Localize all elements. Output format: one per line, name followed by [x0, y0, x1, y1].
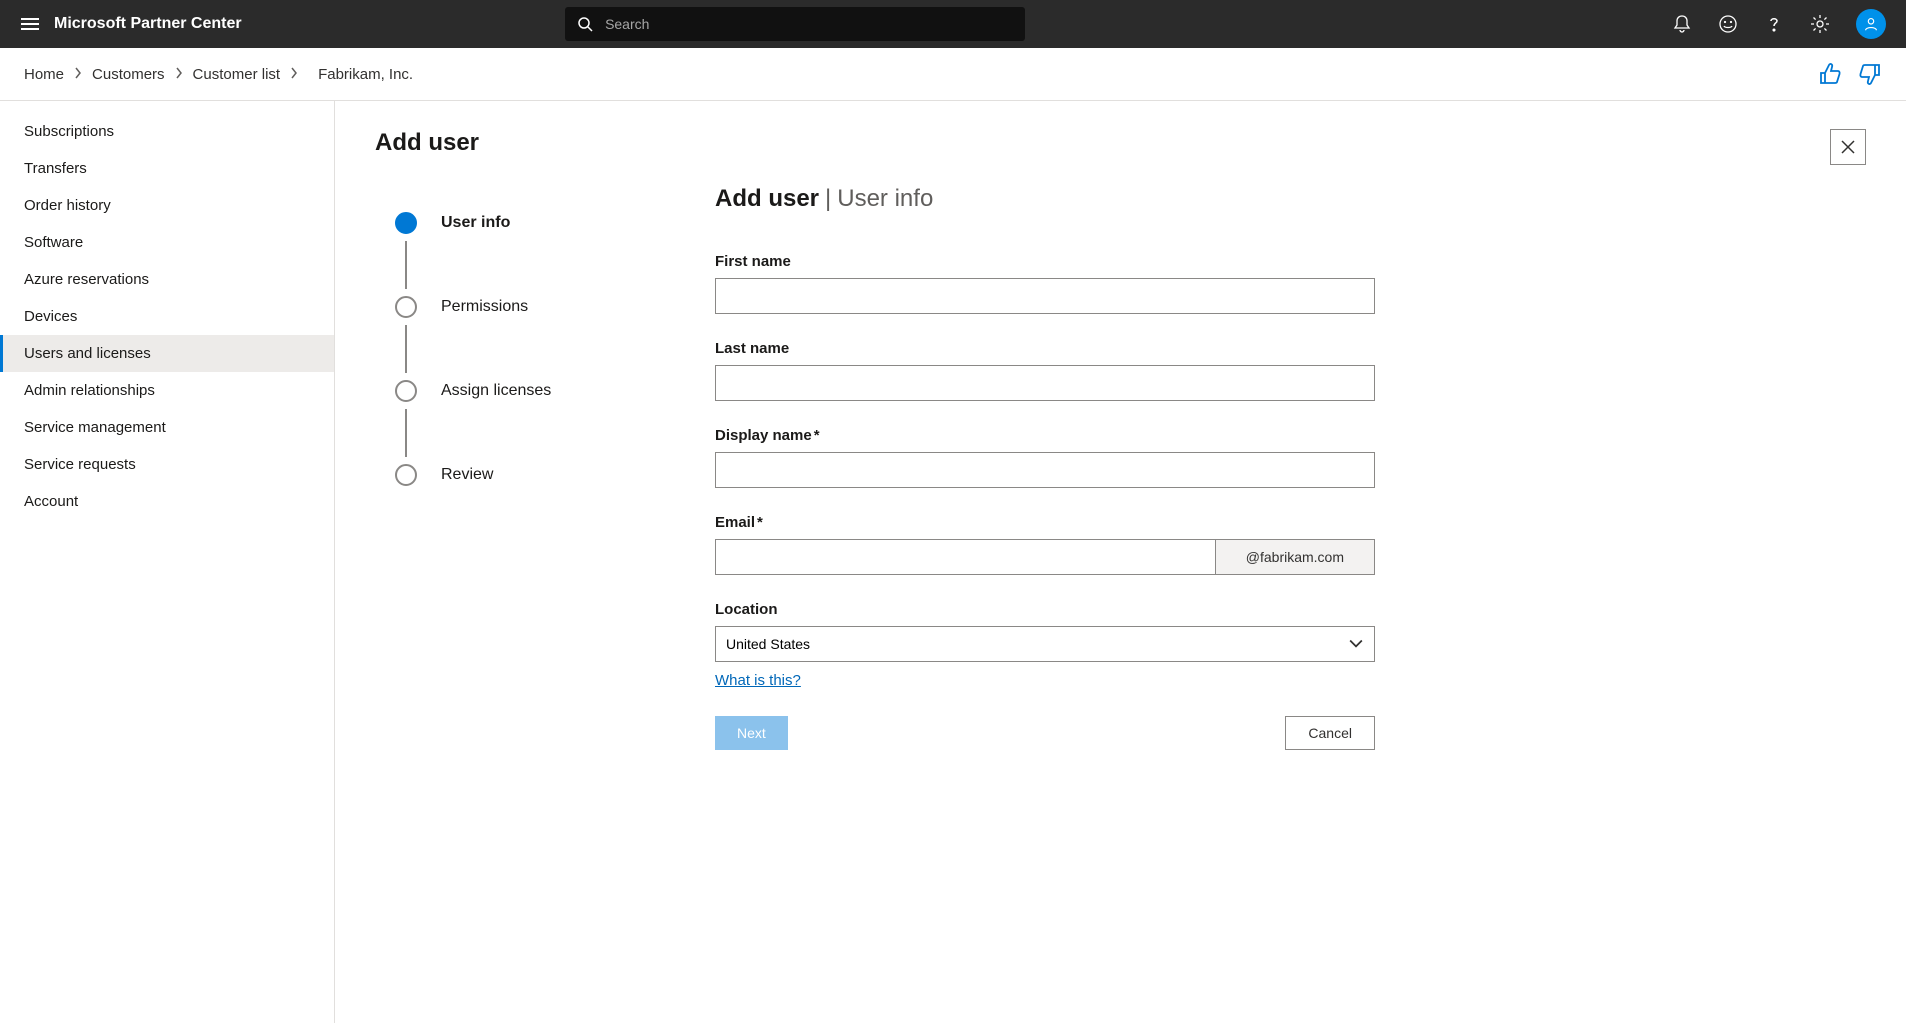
step-connector [405, 409, 407, 457]
app-title: Microsoft Partner Center [54, 15, 242, 33]
settings-icon[interactable] [1810, 14, 1830, 34]
breadcrumb-item-home[interactable]: Home [24, 66, 64, 83]
breadcrumb-current: Fabrikam, Inc. [318, 66, 413, 83]
display-name-input[interactable] [715, 452, 1375, 488]
search-icon [577, 16, 593, 32]
first-name-input[interactable] [715, 278, 1375, 314]
search-container [565, 7, 1025, 41]
user-avatar[interactable] [1856, 9, 1886, 39]
step-circle-active-icon [395, 212, 417, 234]
sidebar-item-subscriptions[interactable]: Subscriptions [0, 113, 334, 150]
field-first-name: First name [715, 253, 1375, 314]
next-button[interactable]: Next [715, 716, 788, 750]
feedback-smile-icon[interactable] [1718, 14, 1738, 34]
field-email: Email* @fabrikam.com [715, 514, 1375, 575]
sidebar-item-azure-reservations[interactable]: Azure reservations [0, 261, 334, 298]
display-name-label-text: Display name [715, 427, 812, 444]
form-header-separator: | [825, 185, 831, 212]
email-row: @fabrikam.com [715, 539, 1375, 575]
step-assign-licenses[interactable]: Assign licenses [395, 373, 655, 409]
help-icon[interactable] [1764, 14, 1784, 34]
chevron-right-icon [175, 67, 183, 82]
progress-stepper: User info Permissions Assign licenses Re… [375, 185, 675, 750]
email-label: Email* [715, 514, 1375, 531]
first-name-label: First name [715, 253, 1375, 270]
hamburger-menu-button[interactable] [12, 6, 48, 42]
step-circle-icon [395, 296, 417, 318]
step-circle-icon [395, 380, 417, 402]
sidebar-item-users-and-licenses[interactable]: Users and licenses [0, 335, 334, 372]
step-label: User info [441, 214, 510, 232]
main-panel: Add user User info Permissions [335, 101, 1906, 1023]
form-header-main: Add user [715, 185, 819, 212]
location-select-wrapper [715, 626, 1375, 662]
step-connector [405, 241, 407, 289]
required-marker: * [814, 427, 820, 444]
email-label-text: Email [715, 514, 755, 531]
header-icons [1672, 9, 1894, 39]
last-name-label: Last name [715, 340, 1375, 357]
field-location: Location What is this? [715, 601, 1375, 690]
step-user-info[interactable]: User info [395, 205, 655, 241]
step-review[interactable]: Review [395, 457, 655, 493]
step-circle-icon [395, 464, 417, 486]
sidebar-item-software[interactable]: Software [0, 224, 334, 261]
step-permissions[interactable]: Permissions [395, 289, 655, 325]
sidebar-item-admin-relationships[interactable]: Admin relationships [0, 372, 334, 409]
thumbs-down-icon[interactable] [1858, 62, 1882, 86]
app-header: Microsoft Partner Center [0, 0, 1906, 48]
last-name-input[interactable] [715, 365, 1375, 401]
field-display-name: Display name* [715, 427, 1375, 488]
close-icon [1840, 139, 1856, 155]
page-title: Add user [375, 129, 1866, 157]
required-marker: * [757, 514, 763, 531]
form-header: Add user|User info [715, 185, 1375, 213]
notifications-icon[interactable] [1672, 14, 1692, 34]
location-select[interactable] [715, 626, 1375, 662]
sidebar-item-devices[interactable]: Devices [0, 298, 334, 335]
content-area: Subscriptions Transfers Order history So… [0, 101, 1906, 1023]
chevron-right-icon [74, 67, 82, 82]
sidebar-item-account[interactable]: Account [0, 483, 334, 520]
cancel-button[interactable]: Cancel [1285, 716, 1375, 750]
hamburger-icon [21, 18, 39, 30]
location-label: Location [715, 601, 1375, 618]
sidebar-item-order-history[interactable]: Order history [0, 187, 334, 224]
search-input[interactable] [565, 7, 1025, 41]
sidebar-item-service-requests[interactable]: Service requests [0, 446, 334, 483]
form-area: Add user|User info First name Last name … [715, 185, 1375, 750]
breadcrumb-bar: Home Customers Customer list Fabrikam, I… [0, 48, 1906, 101]
sidebar: Subscriptions Transfers Order history So… [0, 101, 335, 1023]
close-button[interactable] [1830, 129, 1866, 165]
breadcrumb-item-customer-list[interactable]: Customer list [193, 66, 281, 83]
email-domain-suffix: @fabrikam.com [1215, 539, 1375, 575]
step-label: Permissions [441, 298, 528, 316]
sidebar-item-transfers[interactable]: Transfers [0, 150, 334, 187]
breadcrumb: Home Customers Customer list Fabrikam, I… [24, 66, 413, 83]
chevron-right-icon [290, 67, 298, 82]
location-help-link[interactable]: What is this? [715, 672, 801, 689]
button-row: Next Cancel [715, 716, 1375, 750]
breadcrumb-item-customers[interactable]: Customers [92, 66, 165, 83]
display-name-label: Display name* [715, 427, 1375, 444]
form-header-sub: User info [837, 185, 933, 212]
step-label: Review [441, 466, 493, 484]
feedback-icons [1818, 62, 1882, 86]
thumbs-up-icon[interactable] [1818, 62, 1842, 86]
email-input[interactable] [715, 539, 1215, 575]
inner-columns: User info Permissions Assign licenses Re… [375, 185, 1866, 750]
step-connector [405, 325, 407, 373]
field-last-name: Last name [715, 340, 1375, 401]
step-label: Assign licenses [441, 382, 551, 400]
sidebar-item-service-management[interactable]: Service management [0, 409, 334, 446]
